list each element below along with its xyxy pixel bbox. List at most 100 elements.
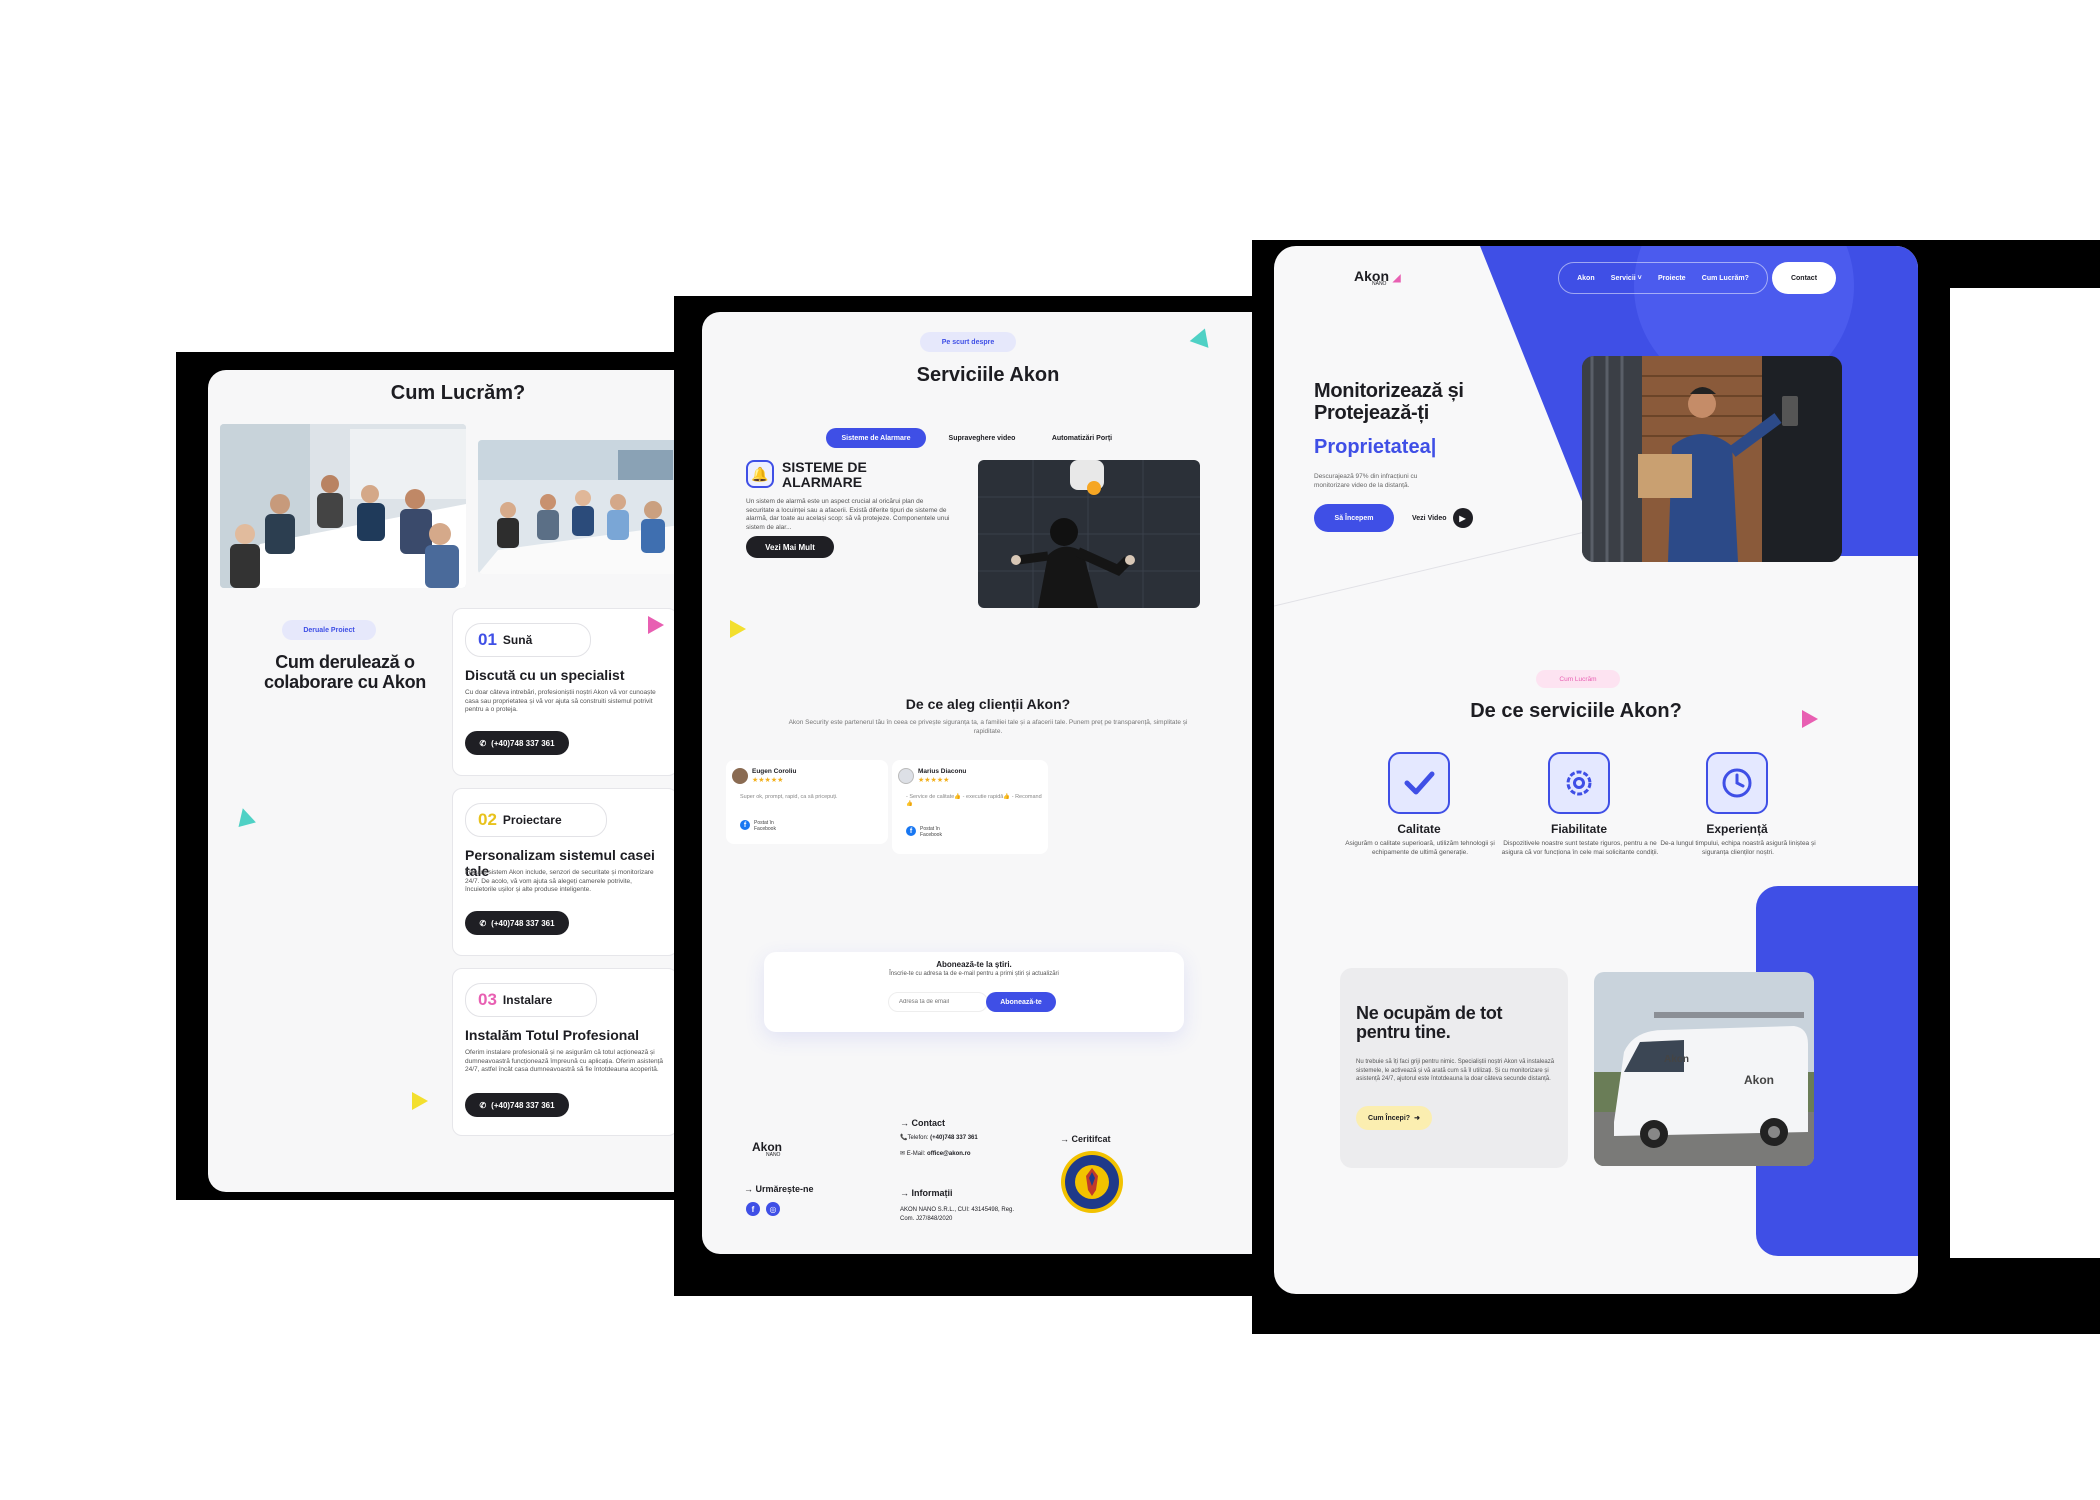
call-button-label: (+40)748 337 361 <box>491 918 555 928</box>
decor-triangle-yellow <box>412 1092 428 1110</box>
certificate-seal-icon <box>1060 1150 1124 1214</box>
phone-value[interactable]: (+40)748 337 361 <box>930 1135 978 1141</box>
step-card-1: 01 Sună Discută cu un specialist Cu doar… <box>452 608 678 776</box>
step-title: Discută cu un specialist <box>465 667 625 683</box>
nav-item-how-we-work[interactable]: Cum Lucrăm? <box>1702 275 1749 282</box>
middle-card: Pe scurt despre Serviciile Akon Sisteme … <box>702 312 1274 1254</box>
call-button-label: (+40)748 337 361 <box>491 1100 555 1110</box>
follow-title: → Urmărește-ne <box>744 1184 814 1194</box>
how-we-work-badge: Cum Lucrăm <box>1536 670 1620 688</box>
check-icon <box>1388 752 1450 814</box>
decor-triangle-pink <box>1802 710 1818 728</box>
info-label: Informații <box>911 1188 953 1198</box>
service-description: Un sistem de alarmă este un aspect cruci… <box>746 498 950 531</box>
tab-alarm-systems[interactable]: Sisteme de Alarmare <box>826 428 926 448</box>
step-tag-3: 03 Instalare <box>465 983 597 1017</box>
email-line: ✉ E-Mail: office@akon.ro <box>900 1151 971 1157</box>
feature-label: Fiabilitate <box>1550 822 1607 836</box>
services-title: Serviciile Akon <box>916 364 1060 386</box>
hero-description: Descurajează 97% din infracțiuni cu moni… <box>1314 473 1418 489</box>
nav-item-services[interactable]: Servicii ˅ <box>1611 275 1642 282</box>
clock-icon <box>1706 752 1768 814</box>
tab-gate-automation[interactable]: Automatizări Porți <box>1034 428 1130 448</box>
tab-video-surveillance[interactable]: Supraveghere video <box>934 428 1030 448</box>
review-card-2: Marius Diaconu ★★★★★ - Service de calita… <box>892 760 1048 854</box>
call-button-label: (+40)748 337 361 <box>491 738 555 748</box>
about-badge: Pe scurt despre <box>920 332 1016 352</box>
avatar <box>898 768 914 784</box>
nav-item-projects[interactable]: Proiecte <box>1658 275 1686 282</box>
right-card: Akon ◢ NANO Akon Servicii ˅ Proiecte Cum… <box>1274 246 1918 1294</box>
watch-video-label: Vezi Video <box>1412 514 1447 522</box>
see-more-button[interactable]: Vezi Mai Mult <box>746 536 834 558</box>
right-edge-backdrop <box>1950 288 2100 1258</box>
call-button[interactable]: ✆ (+40)748 337 361 <box>465 1093 569 1117</box>
instagram-icon[interactable]: ◎ <box>766 1202 780 1216</box>
features-title: De ce serviciile Akon? <box>1470 700 1682 722</box>
showcase-stage: Cum Lucrăm? Deruale Proiect Cum deruleaz… <box>0 0 2100 1500</box>
avatar <box>732 768 748 784</box>
process-heading: Cum derulează o colaborare cu Akon <box>264 652 426 692</box>
svg-text:Akon: Akon <box>1664 1054 1689 1065</box>
contact-button[interactable]: Contact <box>1772 262 1836 294</box>
care-description: Nu trebuie să îți faci griji pentru nimi… <box>1356 1059 1555 1082</box>
phone-line: 📞Telefon: (+40)748 337 361 <box>900 1135 978 1141</box>
step-card-3: 03 Instalare Instalăm Totul Profesional … <box>452 968 678 1136</box>
meeting-photo-1 <box>220 424 466 588</box>
facebook-icon[interactable]: f <box>746 1202 760 1216</box>
review-source: Postat în Facebook <box>920 826 942 838</box>
site-logo[interactable]: Akon ◢ NANO <box>1354 268 1401 287</box>
play-icon: ▶ <box>1452 508 1473 528</box>
hero-highlight: Proprietatea| <box>1314 436 1437 458</box>
email-input[interactable] <box>888 992 988 1012</box>
step-card-2: 02 Proiectare Personalizam sistemul case… <box>452 788 678 956</box>
feature-label: Calitate <box>1397 822 1441 836</box>
watch-video-button[interactable]: Vezi Video ▶ <box>1412 508 1473 528</box>
right-top-shadow <box>1920 240 2100 288</box>
svg-text:Akon: Akon <box>1744 1073 1774 1087</box>
footer-logo[interactable]: Akon NANO <box>752 1140 782 1158</box>
email-label: E-Mail: <box>906 1151 926 1157</box>
logo-mark-icon: ◢ <box>1392 273 1401 284</box>
step-tag-1: 01 Sună <box>465 623 591 657</box>
newsletter-box: Abonează-te la știri. Înscrie-te cu adre… <box>764 952 1184 1032</box>
certificate-title: → Ceritifcat <box>1060 1134 1111 1144</box>
facebook-icon: f <box>906 826 916 836</box>
phone-icon: ✆ <box>479 738 487 748</box>
get-started-button[interactable]: Să Începem <box>1314 504 1394 532</box>
why-description: Akon Security este partenerul tău în cee… <box>788 719 1188 735</box>
certificate-label: Ceritifcat <box>1071 1134 1111 1144</box>
step-tag-2: 02 Proiectare <box>465 803 607 837</box>
feature-label: Experiență <box>1706 822 1768 836</box>
phone-icon: ✆ <box>479 918 487 928</box>
nav-item-akon[interactable]: Akon <box>1577 275 1595 282</box>
step-description: Oferim instalare profesională și ne asig… <box>465 1049 663 1073</box>
reviewer-name: Eugen Coroliu <box>752 768 797 775</box>
call-button[interactable]: ✆ (+40)748 337 361 <box>465 911 569 935</box>
company-info: AKON NANO S.R.L., CUI: 43145498, Reg. Co… <box>900 1207 1015 1222</box>
rating-stars: ★★★★★ <box>918 777 950 784</box>
feature-description: De-a lungul timpului, echipa noastră asi… <box>1660 840 1816 856</box>
decor-triangle-teal <box>1189 325 1215 348</box>
delivery-photo <box>1582 356 1842 562</box>
step-tag-label: Sună <box>502 633 533 647</box>
how-to-start-button[interactable]: Cum Începi? ➜ <box>1356 1106 1432 1130</box>
email-value[interactable]: office@akon.ro <box>927 1151 971 1157</box>
subscribe-button[interactable]: Abonează-te <box>986 992 1056 1012</box>
follow-label: Urmărește-ne <box>755 1184 814 1194</box>
step-number: 02 <box>478 810 497 829</box>
step-description: Cu doar câteva intrebări, profesioniștii… <box>465 689 656 713</box>
call-button[interactable]: ✆ (+40)748 337 361 <box>465 731 569 755</box>
contact-title: → Contact <box>900 1118 946 1128</box>
left-card: Cum Lucrăm? Deruale Proiect Cum deruleaz… <box>208 370 708 1192</box>
review-text: - Service de calitate👍 - executie rapidă… <box>906 794 1042 807</box>
review-source: Postat în Facebook <box>754 820 776 832</box>
step-tag-label: Proiectare <box>502 813 562 827</box>
rating-stars: ★★★★★ <box>752 777 784 784</box>
step-number: 03 <box>478 990 497 1009</box>
burglar-photo <box>978 460 1200 608</box>
info-title: → Informații <box>900 1188 953 1198</box>
why-title: De ce aleg clienții Akon? <box>905 696 1071 712</box>
facebook-icon: f <box>740 820 750 830</box>
feature-description: Dispozitivele noastre sunt testate rigur… <box>1501 840 1659 856</box>
